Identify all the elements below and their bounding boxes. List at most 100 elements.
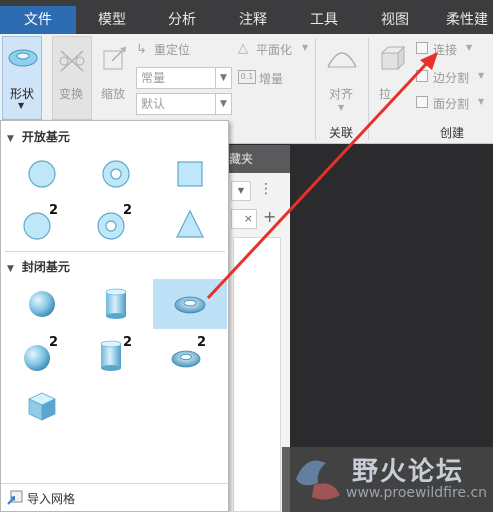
planarize-icon: △: [238, 41, 248, 56]
align-icon: [327, 52, 357, 68]
closed-cylinder-degree2-button[interactable]: 2: [79, 331, 153, 381]
section-divider: [5, 251, 225, 252]
import-mesh-label: 导入网格: [27, 492, 76, 506]
collapse-triangle-icon: ▼: [7, 134, 14, 144]
add-icon[interactable]: +: [263, 207, 276, 226]
closed-torus-button[interactable]: [153, 279, 227, 329]
planarize-button[interactable]: 平面化: [256, 41, 292, 58]
chevron-down-icon: ▼: [215, 94, 231, 114]
panel-tab-header[interactable]: 藏夹: [229, 145, 290, 173]
panel-search-field[interactable]: ×: [231, 209, 257, 229]
scale-button[interactable]: 缩放: [96, 36, 132, 120]
closed-sphere-button[interactable]: [5, 279, 79, 329]
transform-button[interactable]: 变换: [52, 36, 92, 120]
face-split-icon: [416, 96, 428, 108]
extrude-icon: [380, 45, 406, 71]
ring-shape-icon: [102, 160, 130, 188]
triangle-shape-icon: [176, 209, 204, 238]
align-button[interactable]: 对齐 ▼: [320, 36, 362, 120]
section-open-label: 开放基元: [21, 130, 70, 144]
watermark: 野火论坛 www.proewildfire.cn: [282, 447, 493, 512]
reposition-icon: ↳: [136, 42, 147, 57]
tab-analysis[interactable]: 分析: [148, 6, 216, 34]
sphere-icon: [29, 291, 55, 317]
tab-view[interactable]: 视图: [360, 6, 430, 34]
extrude-button[interactable]: 拉: [372, 36, 408, 120]
circle-shape-icon: [28, 160, 56, 188]
group-label-associate: 关联: [329, 126, 354, 140]
import-mesh-icon: [7, 490, 23, 505]
panel-tab-label: 藏夹: [229, 152, 254, 166]
watermark-url: www.proewildfire.cn: [346, 485, 488, 501]
watermark-title: 野火论坛: [352, 457, 465, 487]
open-triangle-button[interactable]: [153, 199, 227, 249]
closed-cube-button[interactable]: [5, 381, 79, 431]
group-separator: [368, 38, 369, 140]
graphics-window[interactable]: [290, 145, 493, 445]
transform-label: 变换: [59, 87, 84, 101]
import-mesh-button[interactable]: 导入网格: [1, 483, 228, 511]
align-label: 对齐: [329, 87, 354, 101]
tab-model[interactable]: 模型: [78, 6, 146, 34]
degree-badge: 2: [49, 203, 59, 218]
open-ring-button[interactable]: [79, 149, 153, 199]
increment-button[interactable]: 增量: [259, 70, 283, 87]
tab-annotate[interactable]: 注释: [218, 6, 288, 34]
degree-badge: 2: [197, 335, 207, 350]
transform-icon: [59, 50, 85, 72]
open-sphere-button[interactable]: [5, 149, 79, 199]
open-square-button[interactable]: [153, 149, 227, 199]
chevron-down-icon: ▼: [478, 71, 485, 80]
square-shape-icon: [177, 161, 203, 187]
chevron-down-icon: ▼: [302, 43, 309, 52]
tab-file[interactable]: 文件: [0, 6, 76, 34]
chevron-down-icon: ▼: [18, 101, 25, 110]
cylinder-icon: [105, 288, 127, 319]
default-dropdown-value: 默认: [141, 97, 166, 111]
collapse-triangle-icon: ▼: [7, 264, 14, 274]
tab-flexible-modeling[interactable]: 柔性建: [432, 6, 493, 34]
default-dropdown[interactable]: 默认 ▼: [136, 93, 232, 115]
section-closed-label: 封闭基元: [21, 260, 70, 274]
increment-icon: 0.1: [238, 70, 256, 84]
edge-split-icon: [416, 70, 428, 82]
closed-sphere-degree2-button[interactable]: 2: [5, 331, 79, 381]
face-split-button[interactable]: 面分割: [433, 95, 469, 112]
constant-dropdown-value: 常量: [141, 71, 166, 85]
open-circle-degree2-button[interactable]: 2: [5, 199, 79, 249]
open-ring-degree2-button[interactable]: 2: [79, 199, 153, 249]
shape-button[interactable]: 形状 ▼: [2, 36, 42, 120]
chevron-down-icon: ▼: [478, 97, 485, 106]
closed-cylinder-button[interactable]: [79, 279, 153, 329]
degree-badge: 2: [123, 203, 133, 218]
watermark-logo-icon: [296, 460, 340, 500]
cube-icon: [28, 392, 56, 421]
degree-badge: 2: [123, 335, 133, 350]
edge-split-button[interactable]: 边分割: [433, 69, 469, 86]
settings-icon[interactable]: ⋮: [259, 181, 273, 197]
torus-icon: [8, 49, 38, 67]
side-panel: 藏夹 ▼ ⋮ × +: [229, 145, 290, 512]
panel-content: [233, 237, 281, 512]
panel-body: ▼ ⋮ × +: [229, 173, 290, 512]
group-label-create: 创建: [440, 126, 465, 140]
torus-icon: [174, 296, 206, 314]
reposition-button[interactable]: 重定位: [154, 41, 190, 58]
tab-tools[interactable]: 工具: [290, 6, 358, 34]
extrude-label: 拉: [379, 87, 392, 101]
shape-button-label: 形状: [10, 87, 35, 101]
chevron-down-icon: ▼: [215, 68, 231, 88]
degree-badge: 2: [49, 335, 59, 350]
section-closed-primitives[interactable]: ▼ 封闭基元: [7, 257, 70, 277]
chevron-down-icon: ▼: [466, 43, 473, 52]
closed-torus-degree2-button[interactable]: 2: [153, 331, 227, 381]
connect-icon: [416, 42, 428, 54]
constant-dropdown[interactable]: 常量 ▼: [136, 67, 232, 89]
scale-label: 缩放: [101, 87, 126, 101]
panel-dropdown[interactable]: ▼: [231, 181, 251, 201]
connect-button[interactable]: 连接: [433, 41, 457, 58]
group-separator: [315, 38, 316, 140]
section-open-primitives[interactable]: ▼ 开放基元: [7, 127, 70, 147]
chevron-down-icon: ▼: [338, 103, 345, 112]
menu-tab-bar: 文件 模型 分析 注释 工具 视图 柔性建: [0, 0, 493, 34]
